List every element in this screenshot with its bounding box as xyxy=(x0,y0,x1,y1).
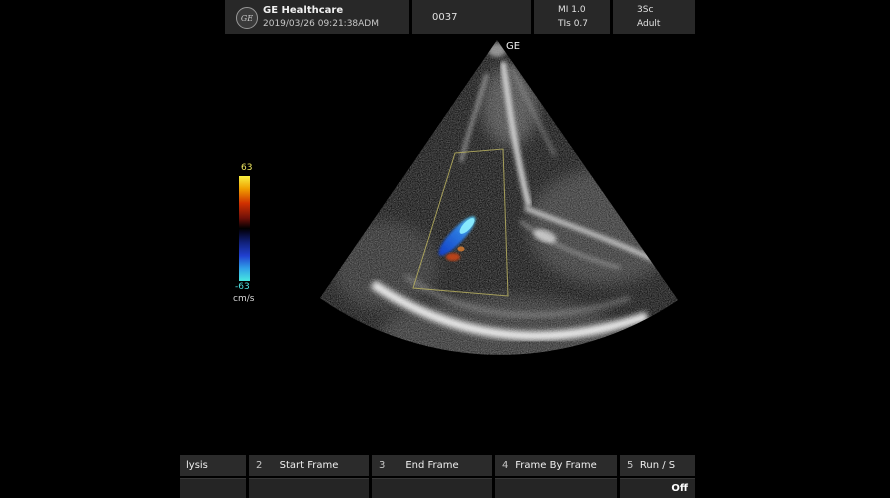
softkey-blank-1[interactable] xyxy=(180,478,246,498)
velocity-scale-min: -63 xyxy=(235,282,250,292)
header-probe-block: 3Sc Adult xyxy=(613,0,695,34)
probe-label: 3Sc xyxy=(637,5,695,15)
softkey-number: 2 xyxy=(256,460,262,471)
softkey-blank-2[interactable] xyxy=(249,478,369,498)
velocity-scale-max: 63 xyxy=(241,163,252,173)
softkey-off[interactable]: Off xyxy=(620,478,695,498)
mi-label: MI 1.0 xyxy=(558,5,610,15)
softkey-blank-3[interactable] xyxy=(372,478,492,498)
softkey-label: Frame By Frame xyxy=(515,460,596,471)
softkey-start-frame[interactable]: 2 Start Frame xyxy=(249,455,369,476)
header-exam-block: 0037 xyxy=(412,0,531,34)
header-patient-block: GE GE Healthcare 2019/03/26 09:21:38ADM xyxy=(225,0,409,34)
timestamp-label: 2019/03/26 09:21:38ADM xyxy=(263,19,379,29)
exam-number-label: 0037 xyxy=(412,12,457,23)
softkey-label: Start Frame xyxy=(280,460,339,471)
softkey-number: 3 xyxy=(379,460,385,471)
ge-logo-icon: GE xyxy=(236,7,258,29)
brand-label: GE Healthcare xyxy=(263,5,343,16)
softkey-label: Off xyxy=(671,483,688,494)
ultrasound-screen: GE GE Healthcare 2019/03/26 09:21:38ADM … xyxy=(0,0,890,498)
tis-label: TIs 0.7 xyxy=(558,19,610,29)
softkey-frame-by-frame[interactable]: 4 Frame By Frame xyxy=(495,455,617,476)
softkey-label: End Frame xyxy=(405,460,458,471)
softkey-run-stop[interactable]: 5 Run / S xyxy=(620,455,695,476)
sector-orientation-mark: GE xyxy=(506,41,520,52)
velocity-scale-unit: cm/s xyxy=(233,294,254,304)
softkey-analysis[interactable]: lysis xyxy=(180,455,246,476)
softkey-number: 4 xyxy=(502,460,508,471)
softkey-label: Run / S xyxy=(640,460,675,471)
softkey-number: 5 xyxy=(627,460,633,471)
echo-sector-image xyxy=(315,36,685,366)
near-field-echo xyxy=(488,43,506,57)
softkey-label: lysis xyxy=(186,460,208,471)
header-acoustic-block: MI 1.0 TIs 0.7 xyxy=(534,0,610,34)
softkey-blank-4[interactable] xyxy=(495,478,617,498)
preset-label: Adult xyxy=(637,19,695,29)
softkey-end-frame[interactable]: 3 End Frame xyxy=(372,455,492,476)
velocity-color-bar xyxy=(239,176,250,281)
